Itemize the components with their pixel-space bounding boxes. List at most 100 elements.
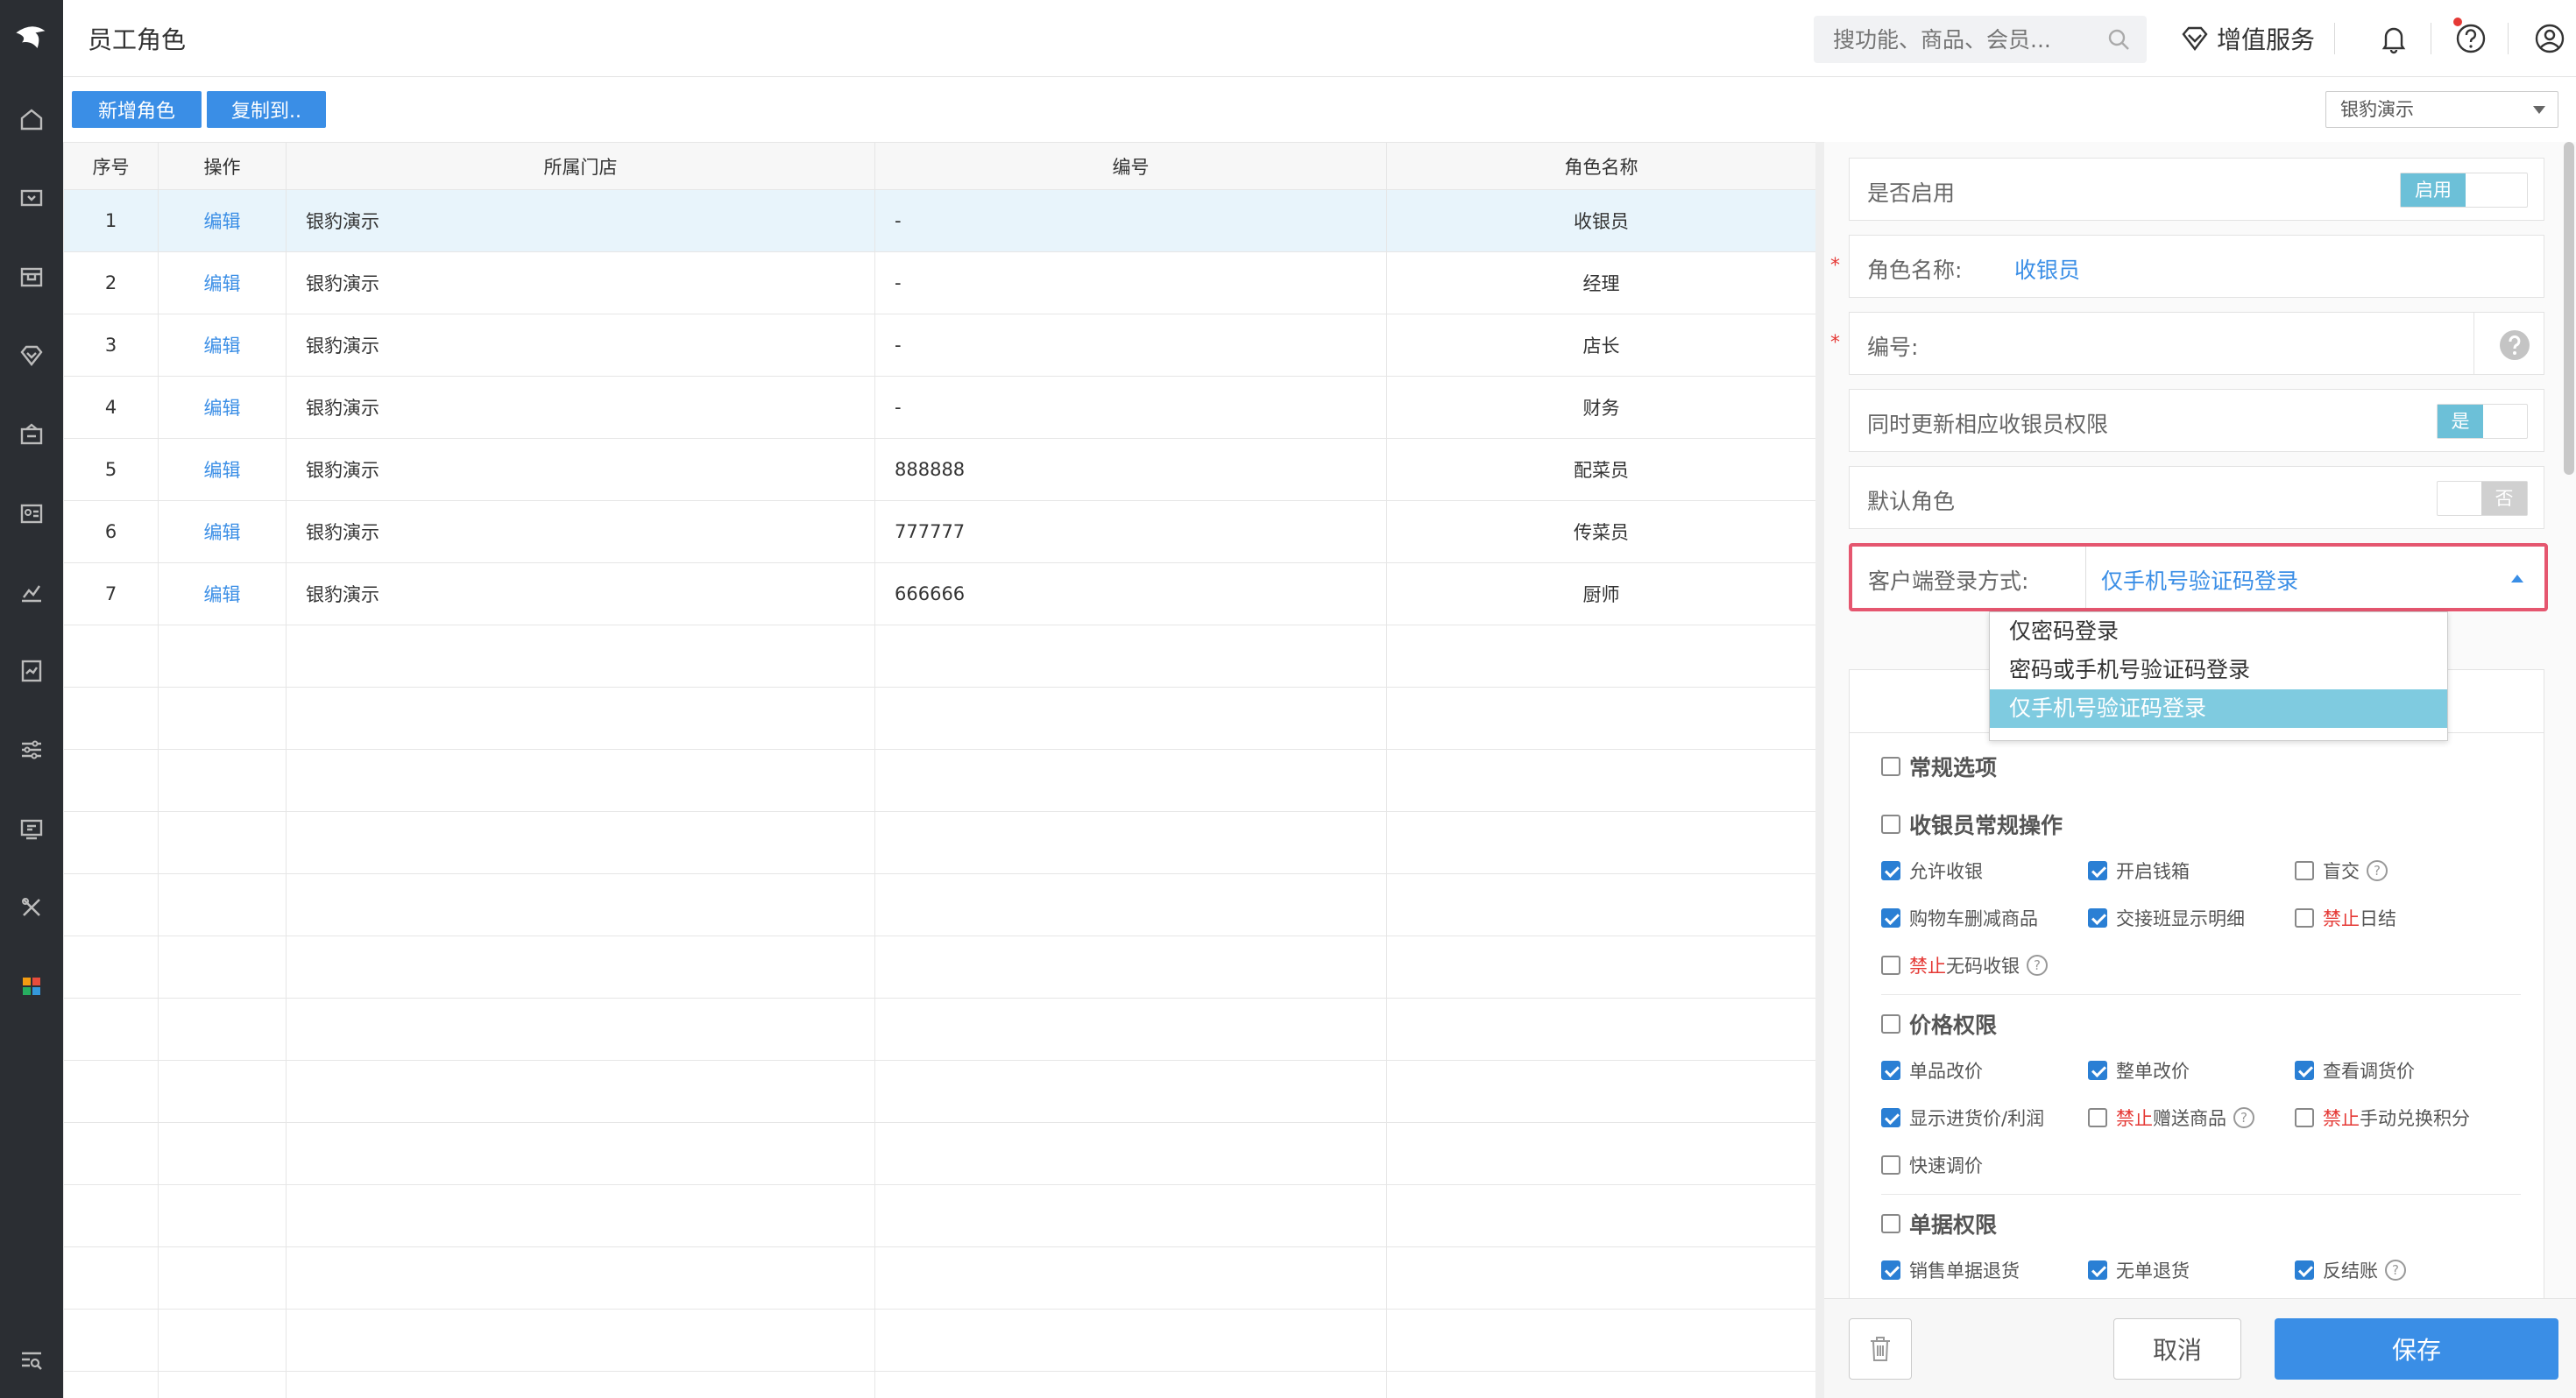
question-icon[interactable]: ? — [2367, 860, 2388, 881]
price-section[interactable]: 价格权限 — [1881, 1008, 1997, 1040]
default-role-toggle[interactable]: 否 — [2437, 481, 2528, 516]
checkbox[interactable] — [2295, 1108, 2314, 1127]
perm-reverse-settle[interactable]: 反结账? — [2295, 1257, 2406, 1283]
checkbox[interactable] — [1881, 861, 1900, 880]
member-icon[interactable] — [0, 329, 63, 382]
perm-allow-cashier[interactable]: 允许收银 — [1881, 858, 1983, 884]
login-option-sms-only[interactable]: 仅手机号验证码登录 — [1990, 689, 2447, 728]
search-input[interactable] — [1814, 16, 2094, 63]
employee-icon[interactable] — [0, 487, 63, 540]
perm-forbid-nocode-cashier[interactable]: 禁止 无码收银? — [1881, 952, 2048, 978]
edit-link[interactable]: 编辑 — [158, 314, 287, 377]
edit-link[interactable]: 编辑 — [158, 438, 287, 501]
search-icon[interactable] — [2106, 27, 2131, 52]
enabled-toggle[interactable]: 启用 — [2400, 173, 2528, 208]
apps-icon[interactable] — [0, 960, 63, 1013]
checkbox[interactable] — [2295, 861, 2314, 880]
table-header-row: 序号 操作 所属门店 编号 角色名称 — [63, 142, 1815, 190]
perm-quick-price[interactable]: 快速调价 — [1881, 1152, 1983, 1178]
checkbox[interactable] — [1881, 1061, 1900, 1080]
table-row[interactable]: 2 编辑 银豹演示 - 经理 — [63, 251, 1815, 314]
panel-splitter[interactable] — [1815, 142, 1824, 1398]
checkbox[interactable] — [1881, 1155, 1900, 1175]
table-row[interactable]: 4 编辑 银豹演示 - 财务 — [63, 376, 1815, 439]
perm-no-order-return[interactable]: 无单退货 — [2088, 1257, 2190, 1283]
document-icon[interactable] — [0, 645, 63, 697]
menu-search-icon[interactable] — [0, 1333, 63, 1386]
search-box[interactable] — [1814, 16, 2147, 63]
perm-blind-handover[interactable]: 盲交? — [2295, 858, 2388, 884]
edit-link[interactable]: 编辑 — [158, 562, 287, 625]
sync-cashier-toggle[interactable]: 是 — [2437, 404, 2528, 439]
panel-scrollbar[interactable] — [2564, 142, 2574, 475]
perm-sale-return[interactable]: 销售单据退货 — [1881, 1257, 2020, 1283]
checkbox[interactable] — [2088, 908, 2107, 928]
login-option-password-or-sms[interactable]: 密码或手机号验证码登录 — [1990, 651, 2447, 689]
checkbox[interactable] — [2088, 861, 2107, 880]
cashier-icon[interactable] — [0, 172, 63, 224]
device-icon[interactable] — [0, 802, 63, 855]
logo-icon[interactable] — [0, 0, 63, 77]
general-section[interactable]: 常规选项 — [1881, 751, 1997, 782]
edit-link[interactable]: 编辑 — [158, 500, 287, 563]
add-role-button[interactable]: 新增角色 — [72, 91, 202, 128]
perm-forbid-points-exchange[interactable]: 禁止 手动兑换积分 — [2295, 1105, 2470, 1131]
checkbox[interactable] — [1881, 815, 1900, 834]
checkbox[interactable] — [1881, 1014, 1900, 1034]
edit-link[interactable]: 编辑 — [158, 251, 287, 314]
perm-view-transfer-price[interactable]: 查看调货价 — [2295, 1057, 2415, 1084]
checkbox[interactable] — [1881, 757, 1900, 776]
tools-icon[interactable] — [0, 881, 63, 934]
login-option-password[interactable]: 仅密码登录 — [1990, 612, 2447, 651]
user-avatar-icon[interactable] — [2532, 21, 2567, 56]
perm-forbid-daily-close[interactable]: 禁止 日结 — [2295, 905, 2396, 931]
checkbox[interactable] — [2295, 908, 2314, 928]
settings-slider-icon[interactable] — [0, 724, 63, 776]
table-row[interactable]: 1 编辑 银豹演示 - 收银员 — [63, 189, 1815, 252]
table-row[interactable]: 5 编辑 银豹演示 888888 配菜员 — [63, 438, 1815, 501]
marketing-icon[interactable] — [0, 408, 63, 461]
cancel-button[interactable]: 取消 — [2113, 1318, 2241, 1380]
perm-open-drawer[interactable]: 开启钱箱 — [2088, 858, 2190, 884]
checkbox[interactable] — [1881, 1108, 1900, 1127]
store-select[interactable]: 银豹演示 — [2325, 91, 2558, 128]
checkbox[interactable] — [2295, 1260, 2314, 1280]
checkbox[interactable] — [2088, 1108, 2107, 1127]
bell-icon[interactable] — [2376, 21, 2411, 56]
checkbox[interactable] — [2088, 1260, 2107, 1280]
home-icon[interactable] — [0, 93, 63, 145]
report-icon[interactable] — [0, 566, 63, 618]
checkbox[interactable] — [2088, 1061, 2107, 1080]
table-row[interactable]: 7 编辑 银豹演示 666666 厨师 — [63, 562, 1815, 625]
perm-show-cost-profit[interactable]: 显示进货价/利润 — [1881, 1105, 2044, 1131]
checkbox[interactable] — [1881, 1214, 1900, 1233]
login-method-select[interactable]: 客户端登录方式: 仅手机号验证码登录 — [1849, 543, 2548, 611]
perm-shift-detail[interactable]: 交接班显示明细 — [2088, 905, 2245, 931]
cell-code: 777777 — [874, 500, 1387, 563]
question-icon[interactable]: ? — [2385, 1260, 2406, 1281]
role-name-input[interactable]: 收银员 — [2014, 253, 2080, 285]
product-icon[interactable] — [0, 251, 63, 303]
perm-forbid-gift[interactable]: 禁止 赠送商品? — [2088, 1105, 2254, 1131]
perm-item-price-change[interactable]: 单品改价 — [1881, 1057, 1983, 1084]
checkbox[interactable] — [1881, 908, 1900, 928]
table-row[interactable]: 3 编辑 银豹演示 - 店长 — [63, 314, 1815, 377]
checkbox[interactable] — [1881, 1260, 1900, 1280]
table-row[interactable]: 6 编辑 银豹演示 777777 传菜员 — [63, 500, 1815, 563]
checkbox[interactable] — [2295, 1061, 2314, 1080]
perm-order-price-change[interactable]: 整单改价 — [2088, 1057, 2190, 1084]
delete-button[interactable] — [1849, 1318, 1912, 1380]
copy-to-button[interactable]: 复制到.. — [207, 91, 326, 128]
cashier-ops-section[interactable]: 收银员常规操作 — [1881, 808, 2063, 840]
vip-service-link[interactable]: 增值服务 — [2180, 19, 2315, 58]
question-icon[interactable]: ? — [2027, 955, 2048, 976]
question-icon[interactable]: ? — [2233, 1107, 2254, 1128]
edit-link[interactable]: 编辑 — [158, 189, 287, 252]
checkbox[interactable] — [1881, 956, 1900, 975]
doc-section[interactable]: 单据权限 — [1881, 1208, 1997, 1239]
edit-link[interactable]: 编辑 — [158, 376, 287, 439]
save-button[interactable]: 保存 — [2275, 1318, 2558, 1380]
question-icon[interactable] — [2498, 328, 2531, 362]
perm-cart-delete[interactable]: 购物车删减商品 — [1881, 905, 2038, 931]
help-icon[interactable] — [2453, 21, 2488, 56]
